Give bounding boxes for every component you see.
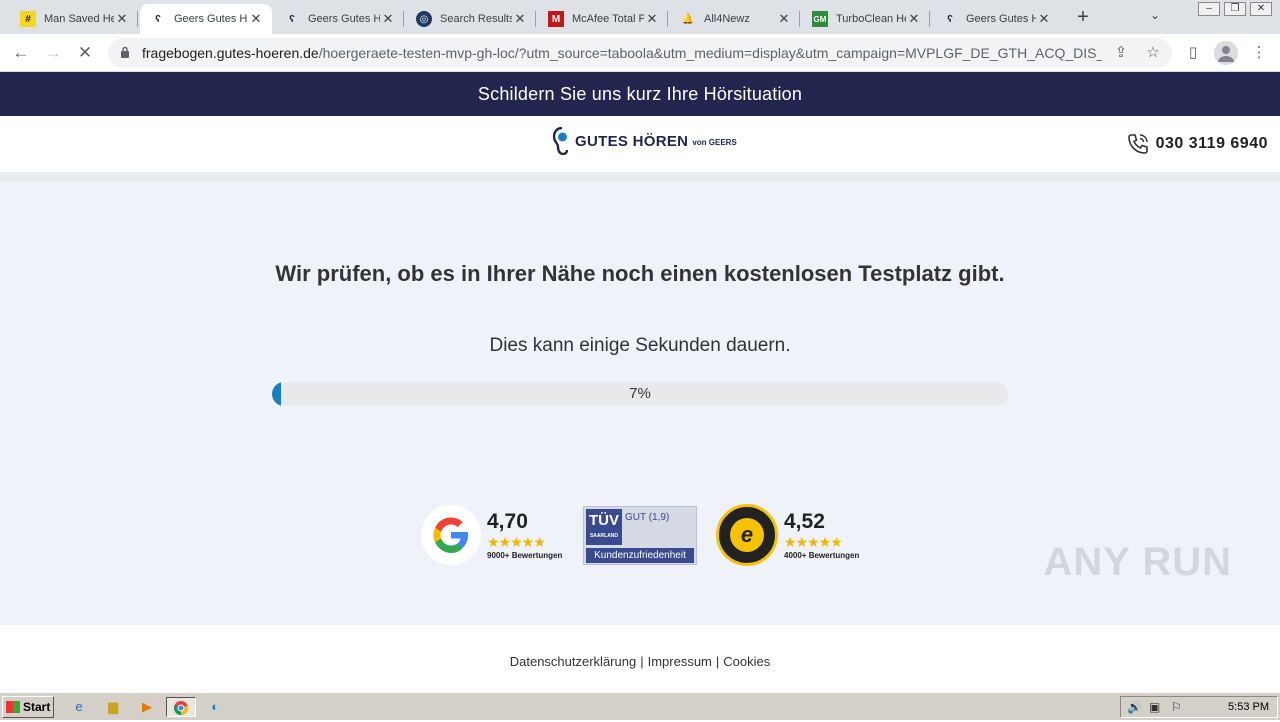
side-panel-icon[interactable]: ▯	[1182, 42, 1204, 64]
network-icon[interactable]: ▣	[1149, 700, 1160, 714]
url-text: fragebogen.gutes-hoeren.de/hoergeraete-t…	[142, 45, 1102, 61]
tab-title: Geers Gutes H	[966, 13, 1036, 25]
close-icon[interactable]: ✕	[512, 11, 528, 27]
logo-sub: von GEERS	[692, 138, 737, 147]
star-rating-icon: ★★★★★	[784, 533, 843, 550]
web-page: Schildern Sie uns kurz Ihre Hörsituation…	[0, 72, 1280, 692]
profile-avatar-icon[interactable]	[1214, 41, 1238, 65]
phone-text: 030 3119 6940	[1155, 135, 1268, 152]
bell-icon: 🔔	[681, 13, 695, 25]
tab-active[interactable]: ʕ Geers Gutes H ✕	[140, 4, 272, 34]
google-score: 4,70	[487, 509, 528, 533]
trusted-shops-score: 4,52	[784, 509, 825, 533]
window-controls: – ❐ ✕	[1198, 2, 1272, 16]
bookmark-star-icon[interactable]: ☆	[1144, 44, 1162, 62]
close-icon[interactable]: ✕	[1036, 11, 1052, 27]
close-icon[interactable]: ✕	[114, 11, 130, 27]
tuv-logo: TÜV SAARLAND	[586, 509, 622, 545]
close-icon[interactable]: ✕	[906, 11, 922, 27]
trusted-shops-badge[interactable]: e 4,52 ★★★★★ 4000+ Bewertungen	[716, 504, 859, 566]
tab[interactable]: ◎ Search Results ✕	[406, 4, 536, 34]
tab-title: Search Results	[440, 13, 512, 25]
tab[interactable]: M McAfee Total P ✕	[538, 4, 668, 34]
restore-button[interactable]: ❐	[1224, 2, 1246, 16]
start-label: Start	[23, 700, 51, 714]
close-icon[interactable]: ✕	[380, 11, 396, 27]
tuv-badge[interactable]: TÜV SAARLAND GUT (1,9) Kundenzufriedenhe…	[583, 506, 697, 565]
new-tab-button[interactable]: +	[1072, 6, 1094, 28]
tab[interactable]: 🔔 All4Newz ✕	[670, 4, 800, 34]
tuv-grade: GUT (1,9)	[625, 512, 670, 523]
address-bar[interactable]: fragebogen.gutes-hoeren.de/hoergeraete-t…	[108, 38, 1172, 68]
top-banner: Schildern Sie uns kurz Ihre Hörsituation	[0, 72, 1280, 116]
page-subtitle: Dies kann einige Sekunden dauern.	[489, 335, 791, 356]
hash-icon: #	[20, 11, 36, 27]
tab-title: Geers Gutes H	[174, 13, 248, 25]
google-review-count: 9000+ Bewertungen	[487, 550, 563, 560]
ear-icon: ʕ	[155, 13, 161, 25]
tab-title: McAfee Total P	[572, 13, 644, 25]
start-button[interactable]: Start	[2, 696, 54, 718]
phone-number[interactable]: 030 3119 6940	[1126, 132, 1268, 156]
forward-arrow-icon[interactable]: →	[42, 42, 64, 64]
close-window-button[interactable]: ✕	[1250, 2, 1272, 16]
site-header: GUTES HÖREN von GEERS 030 3119 6940	[0, 116, 1280, 172]
kebab-menu-icon[interactable]: ⋮	[1248, 42, 1270, 64]
back-arrow-icon[interactable]: ←	[10, 42, 32, 64]
google-logo-icon	[421, 505, 481, 565]
globe-icon: ◎	[416, 11, 432, 27]
star-rating-icon: ★★★★★	[487, 533, 546, 550]
share-icon[interactable]: ⇪	[1112, 44, 1130, 62]
tuv-label: Kundenzufriedenheit	[586, 548, 694, 563]
tab-strip: # Man Saved He ✕ ʕ Geers Gutes H ✕ ʕ Gee…	[0, 0, 1280, 34]
tab[interactable]: # Man Saved He ✕	[10, 4, 138, 34]
trusted-shops-review-count: 4000+ Bewertungen	[784, 550, 860, 560]
trusted-shops-logo-icon: e	[716, 504, 778, 566]
tab-title: Man Saved He	[44, 13, 114, 25]
divider	[0, 172, 1280, 182]
close-icon[interactable]: ✕	[248, 11, 264, 27]
tab[interactable]: ʕ Geers Gutes H ✕	[274, 4, 404, 34]
logo-brand: GUTES HÖREN	[575, 132, 689, 150]
windows-taskbar: Start e ▆ ▶ ◐ 🔊 ▣ ⚐ 5:53 PM	[0, 692, 1280, 720]
site-logo[interactable]: GUTES HÖREN von GEERS	[553, 126, 737, 156]
mcafee-icon: M	[548, 11, 564, 27]
flag-icon[interactable]: ⚐	[1171, 700, 1182, 714]
google-rating-badge[interactable]: 4,70 ★★★★★ 9000+ Bewertungen	[421, 505, 562, 565]
footer-link-datenschutz[interactable]: Datenschutzerklärung	[510, 654, 636, 669]
tab-title: All4Newz	[704, 13, 750, 25]
stop-loading-icon[interactable]: ✕	[74, 42, 96, 64]
phone-icon	[1127, 134, 1148, 154]
lock-icon	[121, 46, 129, 58]
gm-icon: GM	[812, 11, 828, 27]
progress-label: 7%	[629, 385, 651, 402]
footer-link-cookies[interactable]: Cookies	[723, 654, 770, 669]
ear-icon: ʕ	[947, 13, 953, 25]
anyrun-watermark: ANY RUN	[1043, 540, 1232, 584]
tab-title: Geers Gutes H	[308, 13, 380, 25]
internet-explorer-icon[interactable]: e	[68, 697, 90, 717]
clock: 5:53 PM	[1228, 701, 1269, 713]
tab-title: TurboClean He	[836, 13, 906, 25]
tab[interactable]: ʕ Geers Gutes H ✕	[932, 4, 1060, 34]
footer-link-impressum[interactable]: Impressum	[648, 654, 712, 669]
edge-icon[interactable]: ◐	[204, 697, 226, 717]
close-icon[interactable]: ✕	[644, 11, 660, 27]
tab[interactable]: GM TurboClean He ✕	[802, 4, 930, 34]
progress-bar: 7%	[272, 382, 1008, 406]
windows-logo-icon	[6, 701, 20, 713]
media-player-icon[interactable]: ▶	[136, 697, 158, 717]
folder-icon[interactable]: ▆	[102, 697, 124, 717]
close-icon[interactable]: ✕	[776, 11, 792, 27]
browser-toolbar: ← → ✕ fragebogen.gutes-hoeren.de/hoerger…	[0, 34, 1280, 72]
ear-icon	[553, 127, 569, 155]
ear-icon: ʕ	[289, 13, 295, 25]
volume-icon[interactable]: 🔊	[1127, 700, 1142, 714]
site-footer: Datenschutzerklärung | Impressum | Cookies	[0, 625, 1280, 692]
system-tray: 🔊 ▣ ⚐ 5:53 PM	[1120, 696, 1278, 718]
page-title: Wir prüfen, ob es in Ihrer Nähe noch ein…	[275, 261, 1005, 286]
chrome-icon[interactable]	[166, 697, 196, 717]
chevron-down-icon[interactable]: ⌄	[1150, 8, 1160, 22]
minimize-button[interactable]: –	[1198, 2, 1220, 16]
